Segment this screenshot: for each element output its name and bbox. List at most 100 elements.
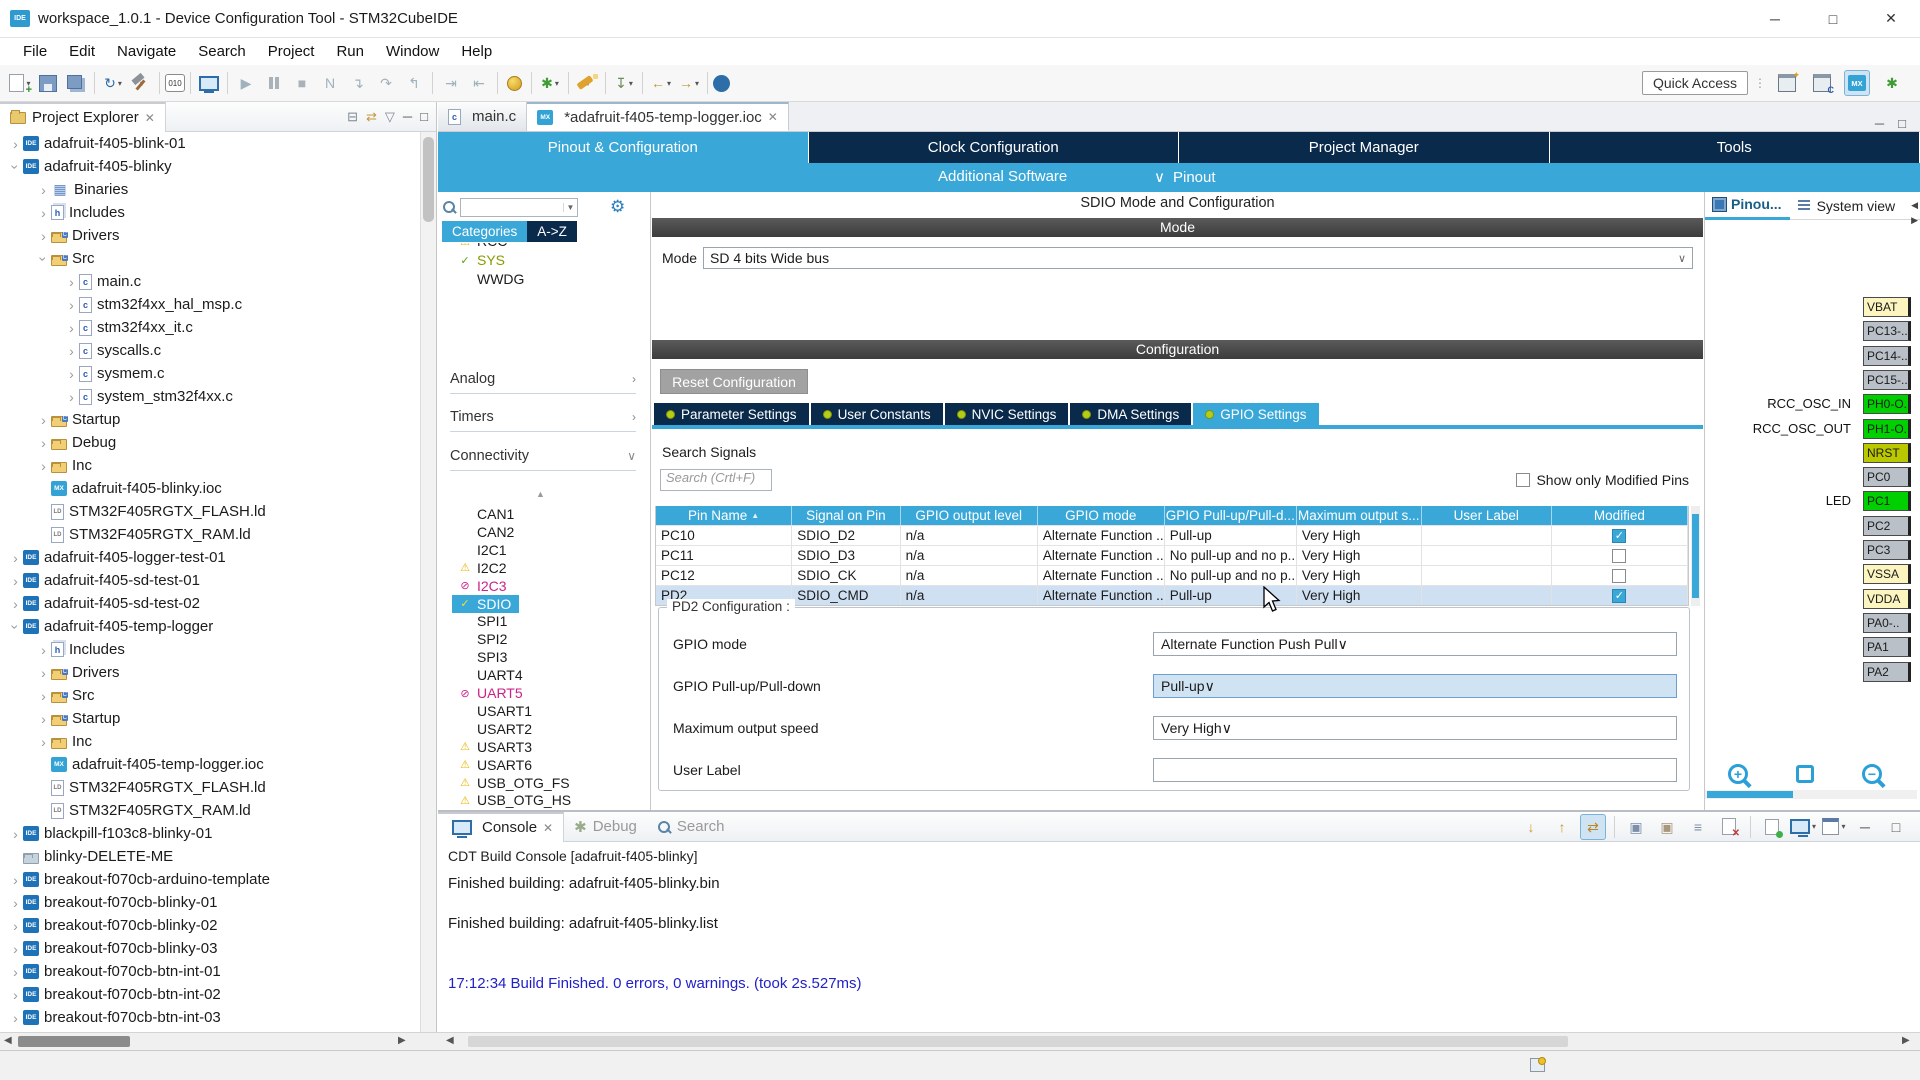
tree-item[interactable]: ›main.c bbox=[0, 270, 420, 293]
tree-item[interactable]: STM32F405RGTX_FLASH.ld bbox=[0, 500, 420, 523]
collapse-icon[interactable]: › bbox=[8, 159, 24, 174]
show-modified-checkbox[interactable] bbox=[1516, 473, 1530, 487]
column-header-signal-on-pin[interactable]: Signal on Pin bbox=[792, 506, 900, 525]
expand-icon[interactable]: › bbox=[8, 918, 23, 934]
table-row[interactable]: PC11SDIO_D3n/aAlternate Function ...No p… bbox=[656, 545, 1688, 565]
peripheral-item-uart5[interactable]: ⊘UART5 bbox=[458, 684, 523, 702]
tree-item[interactable]: ›Drivers bbox=[0, 661, 420, 684]
peripheral-item-sdio[interactable]: ✓SDIO bbox=[452, 595, 519, 613]
menu-edit[interactable]: Edit bbox=[58, 40, 106, 63]
reset-configuration-button[interactable]: Reset Configuration bbox=[660, 369, 808, 394]
tree-item[interactable]: blinky-DELETE-ME bbox=[0, 845, 420, 868]
refresh-icon[interactable]: ↻▾ bbox=[100, 70, 126, 96]
tree-item[interactable]: ›stm32f4xx_it.c bbox=[0, 316, 420, 339]
view-menu-icon[interactable]: ▽ bbox=[385, 109, 395, 125]
link-editor-icon[interactable]: ⇄ bbox=[366, 109, 377, 125]
pin-PA1[interactable]: PA1 bbox=[1863, 637, 1911, 657]
expand-icon[interactable]: › bbox=[8, 987, 23, 1003]
explorer-hscroll-thumb[interactable] bbox=[18, 1036, 130, 1047]
external-tools-icon[interactable]: ↧▾ bbox=[611, 70, 637, 96]
column-header-gpio-output-level[interactable]: GPIO output level bbox=[901, 506, 1038, 525]
close-icon[interactable]: ✕ bbox=[543, 821, 553, 835]
zoom-out-icon[interactable]: − bbox=[1862, 764, 1882, 784]
step-return-icon[interactable]: ↰ bbox=[401, 70, 427, 96]
expand-icon[interactable]: › bbox=[8, 596, 23, 612]
tree-item[interactable]: ›Includes bbox=[0, 201, 420, 224]
tab-pinou-[interactable]: Pinou... bbox=[1705, 192, 1790, 220]
zoom-in-icon[interactable]: + bbox=[1728, 764, 1748, 784]
column-header-modified[interactable]: Modified bbox=[1552, 506, 1688, 525]
expand-icon[interactable]: › bbox=[64, 320, 79, 336]
maximize-view-icon[interactable]: □ bbox=[420, 109, 428, 124]
field-input[interactable] bbox=[1153, 758, 1677, 782]
pin-PA2[interactable]: PA2 bbox=[1863, 662, 1911, 682]
step-over-icon[interactable]: ↷ bbox=[373, 70, 399, 96]
step-filters-icon[interactable]: ⇤ bbox=[466, 70, 492, 96]
tree-item[interactable]: adafruit-f405-temp-logger.ioc bbox=[0, 753, 420, 776]
project-tree-scrollbar[interactable] bbox=[420, 132, 436, 1032]
expand-icon[interactable]: › bbox=[36, 642, 51, 658]
tree-item[interactable]: ›adafruit-f405-temp-logger bbox=[0, 615, 420, 638]
table-scrollbar[interactable] bbox=[1691, 506, 1700, 606]
pin-PC14[interactable]: PC14-.. bbox=[1863, 346, 1911, 366]
collapse-icon[interactable]: › bbox=[36, 251, 52, 266]
close-icon[interactable]: ✕ bbox=[768, 110, 778, 124]
show-modified-pins[interactable]: Show only Modified Pins bbox=[1516, 472, 1689, 488]
expand-icon[interactable]: › bbox=[8, 964, 23, 980]
scroll-left-icon[interactable]: ◀ bbox=[446, 1035, 454, 1046]
collapse-all-icon[interactable]: ⊟ bbox=[347, 109, 358, 125]
editor-tab[interactable]: main.c bbox=[438, 102, 527, 131]
peripheral-item[interactable]: ⚠RCC bbox=[458, 243, 507, 250]
tab-dma-settings[interactable]: DMA Settings bbox=[1070, 403, 1191, 425]
word-wrap-icon[interactable]: ≡ bbox=[1685, 814, 1711, 840]
suspend-icon[interactable] bbox=[261, 70, 287, 96]
pin-NRST[interactable]: NRST bbox=[1863, 443, 1911, 463]
table-row[interactable]: PC12SDIO_CKn/aAlternate Function ...No p… bbox=[656, 565, 1688, 585]
tree-item[interactable]: ›▦Binaries bbox=[0, 178, 420, 201]
tree-item[interactable]: ›Startup bbox=[0, 408, 420, 431]
category-group-connectivity[interactable]: Connectivity∨ bbox=[450, 448, 636, 464]
status-notification-icon[interactable] bbox=[1530, 1058, 1545, 1072]
peripheral-item-usart1[interactable]: USART1 bbox=[458, 702, 532, 720]
peripheral-item-usart6[interactable]: ⚠USART6 bbox=[458, 756, 532, 774]
peripheral-item-spi3[interactable]: SPI3 bbox=[458, 648, 507, 666]
scroll-up-icon[interactable]: ↑ bbox=[1549, 814, 1575, 840]
menu-help[interactable]: Help bbox=[450, 40, 503, 63]
tree-item[interactable]: ›breakout-f070cb-arduino-template bbox=[0, 868, 420, 891]
tab-user-constants[interactable]: User Constants bbox=[811, 403, 943, 425]
tree-item[interactable]: ›system_stm32f4xx.c bbox=[0, 385, 420, 408]
run-icon[interactable]: ▾ bbox=[574, 70, 600, 96]
tab-clock-configuration[interactable]: Clock Configuration bbox=[809, 132, 1180, 163]
field-select[interactable]: Very High∨ bbox=[1153, 716, 1677, 740]
expand-icon[interactable]: › bbox=[8, 826, 23, 842]
expand-icon[interactable]: › bbox=[36, 412, 51, 428]
instruction-stepping-icon[interactable]: ⇥ bbox=[438, 70, 464, 96]
pinout-menu[interactable]: ∨ Pinout bbox=[1154, 168, 1216, 186]
expand-icon[interactable]: › bbox=[64, 366, 79, 382]
pin-PC2[interactable]: PC2 bbox=[1863, 516, 1911, 536]
tree-item[interactable]: ›adafruit-f405-sd-test-02 bbox=[0, 592, 420, 615]
expand-icon[interactable]: › bbox=[36, 205, 51, 221]
column-header-gpio-pull-up-pull-d-[interactable]: GPIO Pull-up/Pull-d... bbox=[1165, 506, 1297, 525]
column-header-maximum-output-s-[interactable]: Maximum output s... bbox=[1297, 506, 1422, 525]
peripheral-item-usart2[interactable]: USART2 bbox=[458, 720, 532, 738]
modified-checkbox[interactable]: ✓ bbox=[1612, 529, 1626, 543]
peripheral-item-usb_otg_fs[interactable]: ⚠USB_OTG_FS bbox=[458, 774, 570, 792]
display-console-icon[interactable]: ▾ bbox=[1790, 814, 1816, 840]
show-console-stderr-icon[interactable]: ▣ bbox=[1654, 814, 1680, 840]
minimize-view-icon[interactable]: ─ bbox=[403, 109, 412, 124]
tree-item[interactable]: STM32F405RGTX_RAM.ld bbox=[0, 523, 420, 546]
quick-access-button[interactable]: Quick Access bbox=[1642, 71, 1748, 95]
open-perspective-icon[interactable] bbox=[1774, 70, 1800, 96]
clear-console-icon[interactable] bbox=[1716, 814, 1742, 840]
profile-icon[interactable] bbox=[507, 76, 522, 91]
peripheral-item-i2c3[interactable]: ⊘I2C3 bbox=[458, 577, 507, 595]
peripheral-item[interactable]: ✓SYS bbox=[458, 251, 505, 269]
scroll-right-icon[interactable]: ▶ bbox=[1902, 1035, 1910, 1046]
peripheral-item[interactable]: WWDG bbox=[458, 270, 524, 288]
console-hscroll-thumb[interactable] bbox=[468, 1036, 1568, 1047]
peripheral-item-usb_otg_hs[interactable]: ⚠USB_OTG_HS bbox=[458, 791, 571, 809]
forward-icon[interactable]: →▾ bbox=[676, 70, 702, 96]
maximize-console-icon[interactable]: □ bbox=[1883, 814, 1909, 840]
expand-icon[interactable]: › bbox=[8, 895, 23, 911]
